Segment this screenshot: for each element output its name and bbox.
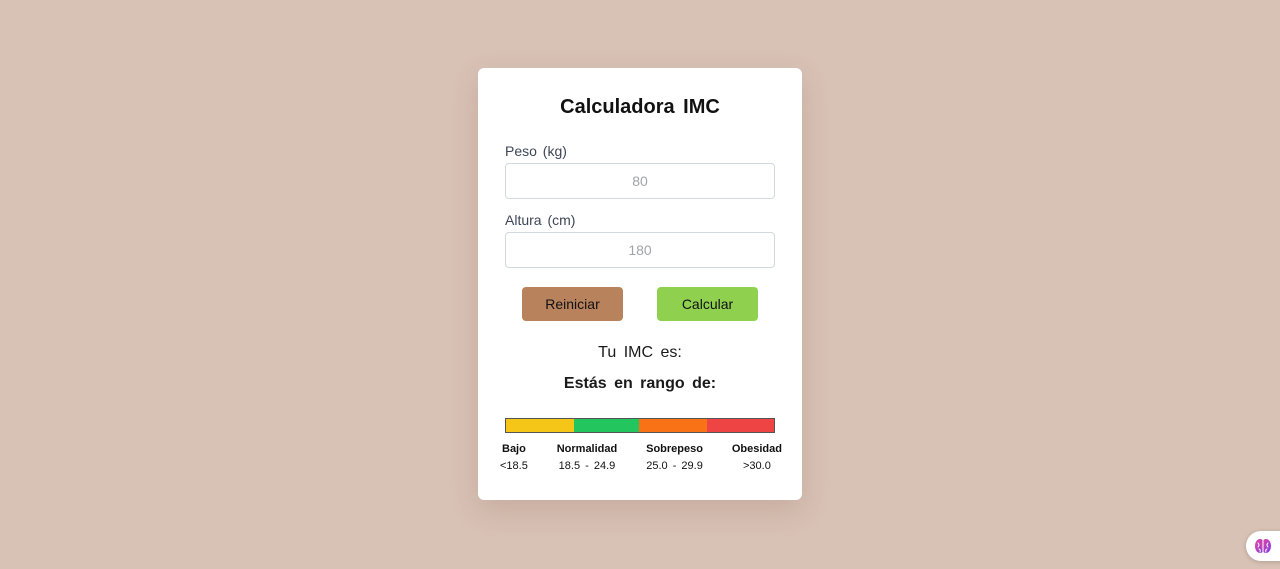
bmi-range-text: Estás en rango de: bbox=[563, 375, 717, 392]
bmi-scale-bar bbox=[505, 418, 775, 433]
legend-range: 18.5 - 24.9 bbox=[558, 460, 616, 472]
legend-item-sobrepeso: Sobrepeso 25.0 - 29.9 bbox=[646, 441, 703, 475]
reset-button[interactable]: Reiniciar bbox=[522, 287, 623, 321]
bmi-result-text: Tu IMC es: bbox=[598, 344, 682, 361]
height-input[interactable] bbox=[505, 232, 775, 268]
weight-input[interactable] bbox=[505, 163, 775, 199]
legend-name: Normalidad bbox=[556, 443, 618, 455]
scale-segment-sobrepeso bbox=[639, 419, 707, 432]
legend-name: Bajo bbox=[502, 443, 526, 455]
legend-range: >30.0 bbox=[742, 460, 771, 472]
bmi-calculator-card: Calculadora IMC Peso (kg) Altura (cm) Re… bbox=[478, 68, 802, 500]
page-title: Calculadora IMC bbox=[560, 96, 720, 118]
legend-item-normalidad: Normalidad 18.5 - 24.9 bbox=[557, 441, 618, 475]
legend-item-bajo: Bajo <18.5 bbox=[500, 441, 528, 475]
legend-item-obesidad: Obesidad >30.0 bbox=[732, 441, 782, 475]
legend-range: <18.5 bbox=[500, 460, 528, 472]
legend-range: 25.0 - 29.9 bbox=[646, 460, 703, 472]
assistant-widget-button[interactable] bbox=[1246, 531, 1280, 561]
scale-segment-normalidad bbox=[573, 419, 640, 432]
scale-segment-bajo bbox=[506, 419, 574, 432]
scale-segment-obesidad bbox=[706, 419, 775, 432]
height-label: Altura (cm) bbox=[505, 212, 576, 228]
legend-name: Obesidad bbox=[731, 443, 782, 455]
weight-label: Peso (kg) bbox=[505, 143, 567, 159]
bmi-scale-legend: Bajo <18.5 Normalidad 18.5 - 24.9 Sobrep… bbox=[500, 441, 782, 475]
brain-icon bbox=[1255, 538, 1271, 554]
calculate-button[interactable]: Calcular bbox=[657, 287, 758, 321]
legend-name: Sobrepeso bbox=[646, 443, 703, 455]
